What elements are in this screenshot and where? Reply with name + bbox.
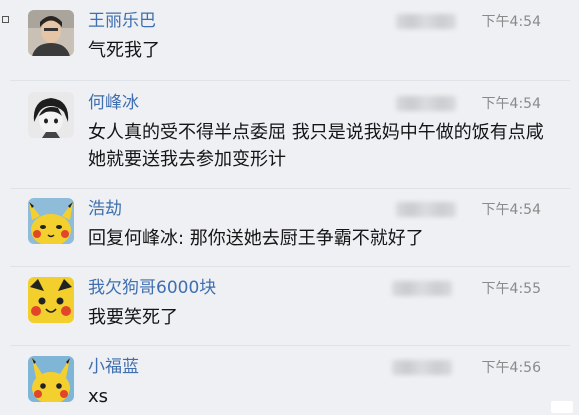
sender-name[interactable]: 小福蓝 (88, 356, 139, 378)
divider (10, 266, 570, 267)
user-avatar[interactable] (28, 277, 74, 323)
divider (10, 188, 570, 189)
user-avatar[interactable] (28, 356, 74, 402)
sender-name[interactable]: 王丽乐巴 (88, 10, 156, 32)
pikachu-avatar-icon (28, 277, 74, 323)
photo-avatar-icon (28, 10, 74, 56)
message-time: 下午4:54 (481, 96, 541, 112)
blurred-username (396, 14, 456, 29)
sender-name[interactable]: 何峰冰 (88, 92, 139, 114)
user-avatar[interactable] (28, 198, 74, 244)
message-time: 下午4:54 (481, 202, 541, 218)
message-time: 下午4:55 (481, 281, 541, 297)
user-avatar[interactable] (28, 92, 74, 138)
message-time: 下午4:56 (481, 360, 541, 376)
anime-avatar-icon (28, 92, 74, 138)
sender-name[interactable]: 浩劫 (88, 198, 122, 220)
user-avatar[interactable] (28, 10, 74, 56)
sender-name[interactable]: 我欠狗哥6000块 (88, 277, 216, 299)
blurred-username (392, 360, 452, 375)
message-text: 气死我了 (88, 40, 160, 61)
corner-watermark (551, 401, 573, 413)
message-text: 我要笑死了 (88, 307, 178, 328)
message-text: 回复何峰冰: 那你送她去厨王争霸不就好了 (88, 228, 424, 249)
window-edge-icon (2, 16, 9, 23)
blurred-username (396, 96, 456, 111)
divider (10, 345, 570, 346)
pikachu-avatar-icon (28, 356, 74, 402)
divider (10, 80, 570, 81)
message-text: 女人真的受不得半点委屈 我只是说我妈中午做的饭有点咸 她就要送我去参加变形计 (88, 122, 544, 170)
blurred-username (396, 202, 456, 217)
message-time: 下午4:54 (481, 14, 541, 30)
blurred-username (392, 281, 452, 296)
pikachu-avatar-icon (28, 198, 74, 244)
message-text: xs (88, 386, 109, 407)
